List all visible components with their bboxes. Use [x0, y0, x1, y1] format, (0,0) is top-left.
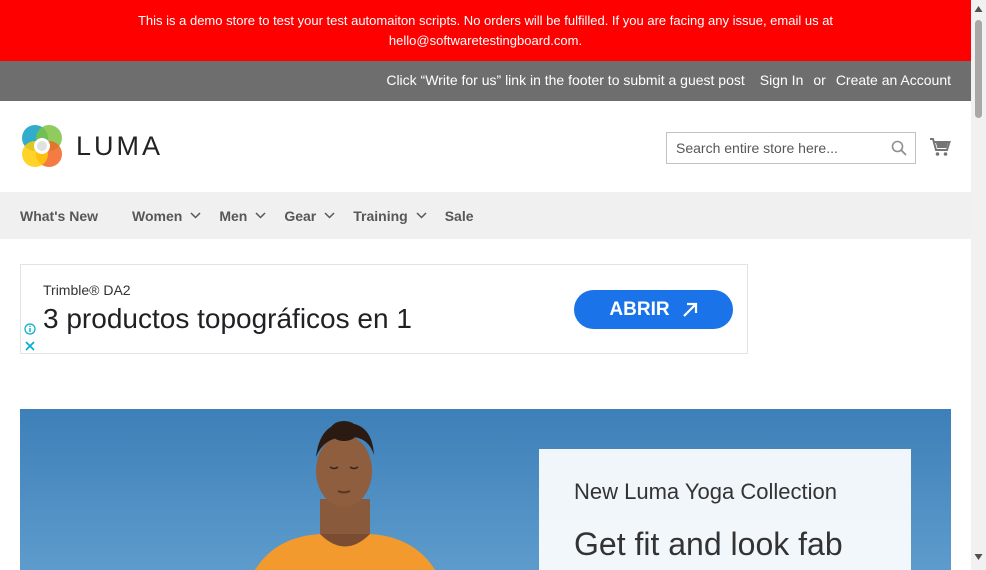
hero-text-box: New Luma Yoga Collection Get fit and loo…	[539, 449, 911, 570]
nav-label: Men	[219, 207, 248, 224]
nav-label: Sale	[444, 207, 474, 224]
header-panel: Click “Write for us” link in the footer …	[0, 61, 971, 101]
or-separator: or	[813, 72, 826, 88]
demo-notice-email: hello@softwaretestingboard.com.	[388, 33, 583, 48]
nav-item-men[interactable]: Men	[219, 208, 266, 224]
ad-headline: 3 productos topográficos en 1	[43, 303, 412, 334]
luma-logo[interactable]: LUMA	[20, 123, 170, 169]
write-for-us-text: Click “Write for us” link in the footer …	[386, 72, 745, 88]
hero-kicker: New Luma Yoga Collection	[574, 479, 837, 504]
ad-brand: Trimble® DA2	[43, 282, 131, 298]
chevron-down-icon	[190, 212, 201, 219]
create-account-link[interactable]: Create an Account	[836, 72, 951, 88]
nav-label: Training	[353, 207, 408, 224]
sign-in-link[interactable]: Sign In	[760, 72, 804, 88]
nav-item-women[interactable]: Women	[132, 208, 201, 224]
luma-logo-icon	[22, 125, 62, 167]
cart-icon[interactable]	[929, 136, 951, 158]
chevron-down-icon	[416, 212, 427, 219]
nav-label: Gear	[284, 207, 317, 224]
chevron-down-icon	[255, 212, 266, 219]
hero-banner[interactable]: New Luma Yoga Collection Get fit and loo…	[20, 409, 951, 570]
logo-text: LUMA	[76, 130, 164, 161]
nav-label: Women	[132, 207, 183, 224]
demo-notice: This is a demo store to test your test a…	[0, 0, 971, 61]
nav-item-gear[interactable]: Gear	[284, 208, 335, 224]
demo-notice-line1: This is a demo store to test your test a…	[137, 13, 834, 28]
search-icon[interactable]	[891, 140, 907, 156]
ad-close-icon[interactable]	[24, 340, 36, 352]
ad-info-icon[interactable]	[24, 323, 36, 335]
nav-label: What's New	[20, 207, 99, 224]
ad-open-button[interactable]: ABRIR	[574, 290, 733, 329]
arrow-up-right-icon	[682, 302, 697, 317]
scrollbar-thumb[interactable]	[975, 20, 982, 118]
header-links: Click “Write for us” link in the footer …	[386, 72, 951, 88]
main-nav: What's New Women Men Gear Training Sale	[0, 192, 971, 239]
search-input[interactable]	[667, 133, 877, 163]
scroll-down-arrow-icon[interactable]	[974, 553, 983, 561]
page-scrollbar[interactable]	[971, 0, 986, 570]
hero-title: Get fit and look fab	[574, 526, 843, 562]
nav-item-sale[interactable]: Sale	[445, 208, 474, 224]
ad-open-label: ABRIR	[609, 298, 670, 320]
page: This is a demo store to test your test a…	[0, 0, 971, 570]
search-box	[666, 132, 916, 164]
nav-item-training[interactable]: Training	[353, 207, 427, 224]
chevron-down-icon	[324, 212, 335, 219]
nav-item-whats-new[interactable]: What's New	[20, 208, 98, 224]
ad-banner[interactable]: Trimble® DA2 3 productos topográficos en…	[20, 264, 748, 354]
hero-model-image	[254, 421, 436, 570]
scroll-up-arrow-icon[interactable]	[974, 5, 983, 13]
